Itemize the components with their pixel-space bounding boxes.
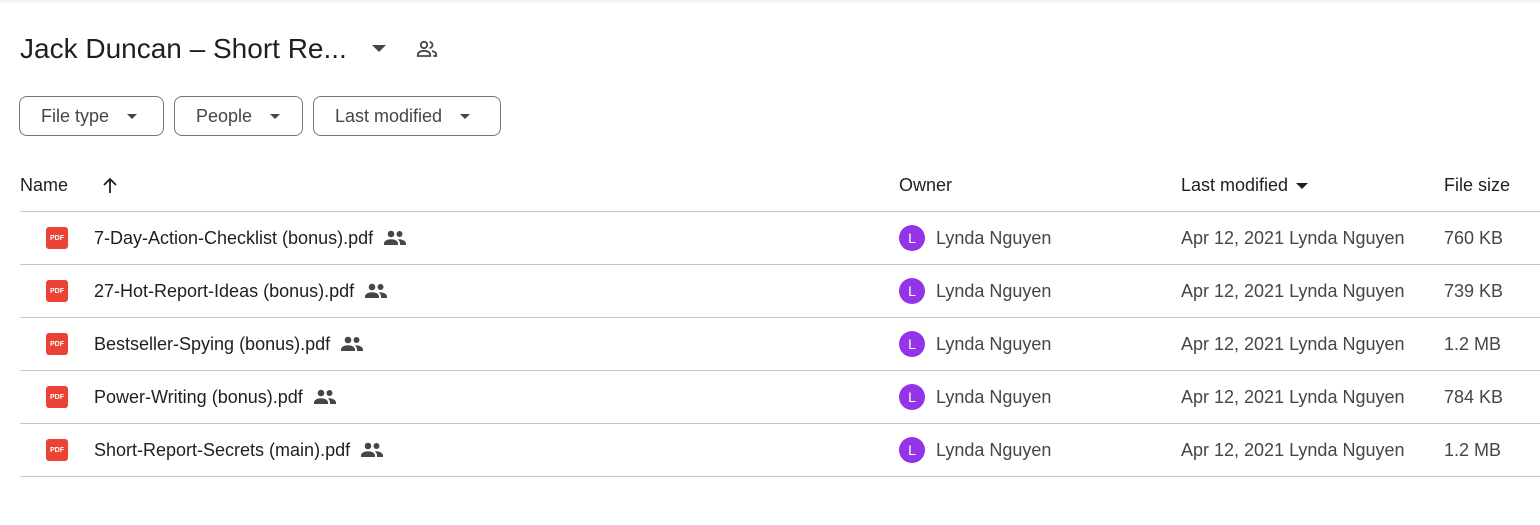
- arrow-drop-down-icon[interactable]: [365, 35, 393, 63]
- file-name-cell: PDF 27-Hot-Report-Ideas (bonus).pdf: [46, 265, 388, 317]
- column-header-file-size[interactable]: File size: [1444, 160, 1510, 211]
- pdf-icon: PDF: [46, 333, 68, 355]
- file-type-filter[interactable]: File type: [19, 96, 164, 136]
- column-header-owner-label: Owner: [899, 175, 953, 195]
- owner-cell: L Lynda Nguyen: [899, 212, 1051, 264]
- owner-cell: L Lynda Nguyen: [899, 371, 1051, 423]
- file-name-cell: PDF Bestseller-Spying (bonus).pdf: [46, 318, 364, 370]
- file-size-cell: 1.2 MB: [1444, 439, 1502, 460]
- last-modified-cell: Apr 12, 2021 Lynda Nguyen: [1181, 439, 1405, 460]
- file-name[interactable]: 7-Day-Action-Checklist (bonus).pdf: [94, 228, 373, 249]
- table-header: Name Owner Last modified File size: [20, 160, 1540, 212]
- shared-people-icon: [340, 332, 364, 356]
- avatar[interactable]: L: [899, 331, 925, 357]
- table-row[interactable]: PDF Power-Writing (bonus).pdf L Lynda Ng…: [20, 371, 1540, 424]
- shared-people-icon: [364, 279, 388, 303]
- file-name-cell: PDF 7-Day-Action-Checklist (bonus).pdf: [46, 212, 407, 264]
- owner-name: Lynda Nguyen: [936, 333, 1052, 354]
- column-header-last-modified-label: Last modified: [1181, 175, 1289, 195]
- folder-header: Jack Duncan – Short Re...: [20, 28, 441, 70]
- table-row[interactable]: PDF 27-Hot-Report-Ideas (bonus).pdf L Ly…: [20, 265, 1540, 318]
- arrow-drop-down-icon: [127, 113, 138, 119]
- column-header-name[interactable]: Name: [20, 160, 122, 211]
- owner-name: Lynda Nguyen: [936, 386, 1052, 407]
- arrow-drop-down-icon: [270, 113, 281, 119]
- last-modified-cell: Apr 12, 2021 Lynda Nguyen: [1181, 280, 1405, 301]
- last-modified-cell: Apr 12, 2021 Lynda Nguyen: [1181, 386, 1405, 407]
- file-name[interactable]: Short-Report-Secrets (main).pdf: [94, 440, 350, 461]
- owner-name: Lynda Nguyen: [936, 227, 1052, 248]
- avatar[interactable]: L: [899, 278, 925, 304]
- owner-name: Lynda Nguyen: [936, 439, 1052, 460]
- owner-cell: L Lynda Nguyen: [899, 318, 1051, 370]
- file-name[interactable]: Bestseller-Spying (bonus).pdf: [94, 334, 330, 355]
- owner-cell: L Lynda Nguyen: [899, 265, 1051, 317]
- owner-cell: L Lynda Nguyen: [899, 424, 1051, 476]
- arrow-upward-icon[interactable]: [98, 174, 122, 198]
- table-row[interactable]: PDF 7-Day-Action-Checklist (bonus).pdf L…: [20, 212, 1540, 265]
- file-name-cell: PDF Short-Report-Secrets (main).pdf: [46, 424, 384, 476]
- table-row[interactable]: PDF Bestseller-Spying (bonus).pdf L Lynd…: [20, 318, 1540, 371]
- people-filter-label: People: [196, 105, 253, 126]
- last-modified-cell: Apr 12, 2021 Lynda Nguyen: [1181, 333, 1405, 354]
- people-outline-icon[interactable]: [413, 35, 441, 63]
- file-size-cell: 739 KB: [1444, 280, 1504, 301]
- file-name-cell: PDF Power-Writing (bonus).pdf: [46, 371, 337, 423]
- owner-name: Lynda Nguyen: [936, 280, 1052, 301]
- arrow-drop-down-icon: [460, 113, 471, 119]
- shared-people-icon: [313, 385, 337, 409]
- file-table: Name Owner Last modified File size PDF 7…: [20, 160, 1540, 477]
- file-size-cell: 784 KB: [1444, 386, 1504, 407]
- column-header-name-label: Name: [20, 175, 69, 195]
- pdf-icon: PDF: [46, 439, 68, 461]
- arrow-drop-down-icon[interactable]: [1296, 182, 1309, 189]
- avatar[interactable]: L: [899, 437, 925, 463]
- last-modified-filter-label: Last modified: [335, 105, 443, 126]
- column-header-owner[interactable]: Owner: [899, 160, 952, 211]
- pdf-icon: PDF: [46, 280, 68, 302]
- avatar[interactable]: L: [899, 384, 925, 410]
- column-header-file-size-label: File size: [1444, 175, 1511, 195]
- drive-folder-view: Jack Duncan – Short Re... File type Peop…: [0, 0, 1540, 525]
- file-name[interactable]: Power-Writing (bonus).pdf: [94, 387, 303, 408]
- file-name[interactable]: 27-Hot-Report-Ideas (bonus).pdf: [94, 281, 354, 302]
- file-size-cell: 1.2 MB: [1444, 333, 1502, 354]
- file-type-filter-label: File type: [41, 105, 110, 126]
- avatar[interactable]: L: [899, 225, 925, 251]
- filter-chips: File type People Last modified: [19, 96, 501, 136]
- pdf-icon: PDF: [46, 386, 68, 408]
- column-header-last-modified[interactable]: Last modified: [1181, 160, 1309, 211]
- top-shadow: [0, 0, 1540, 4]
- last-modified-cell: Apr 12, 2021 Lynda Nguyen: [1181, 227, 1405, 248]
- table-row[interactable]: PDF Short-Report-Secrets (main).pdf L Ly…: [20, 424, 1540, 477]
- people-filter[interactable]: People: [174, 96, 303, 136]
- shared-people-icon: [383, 226, 407, 250]
- folder-title[interactable]: Jack Duncan – Short Re...: [20, 33, 347, 65]
- last-modified-filter[interactable]: Last modified: [313, 96, 501, 136]
- pdf-icon: PDF: [46, 227, 68, 249]
- shared-people-icon: [360, 438, 384, 462]
- file-size-cell: 760 KB: [1444, 227, 1504, 248]
